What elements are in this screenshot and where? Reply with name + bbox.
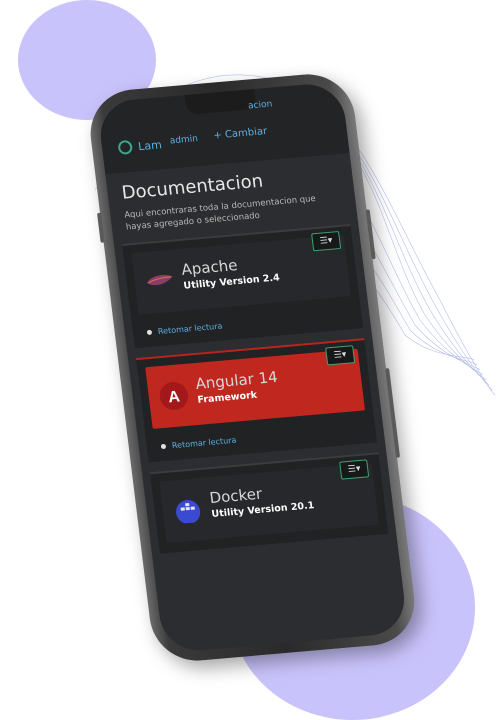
angular-icon: A <box>157 380 191 412</box>
feather-icon <box>143 266 177 298</box>
doc-card-header: ☰▾ Apache Utility Version 2.4 <box>131 231 352 315</box>
docker-icon <box>171 494 205 526</box>
card-menu-button[interactable]: ☰▾ <box>325 345 356 366</box>
resume-reading-link[interactable]: Retomar lectura <box>146 310 353 337</box>
doc-name: Apache <box>180 256 239 279</box>
resume-label: Retomar lectura <box>157 321 223 337</box>
svg-text:A: A <box>167 388 181 406</box>
nav-docs-link[interactable]: acion <box>248 99 273 111</box>
doc-card-header: ☰▾ Docker Utility Version 20.1 <box>159 459 380 544</box>
doc-subtitle: Framework <box>196 389 258 406</box>
resume-label: Retomar lectura <box>171 435 237 451</box>
change-button[interactable]: + Cambiar <box>213 126 268 142</box>
doc-card-header: ☰▾ A Angular 14 Framework <box>145 345 366 429</box>
doc-card[interactable]: ☰▾ Docker Utility Version 20.1 <box>150 452 389 554</box>
brand-name: Lam <box>137 137 163 153</box>
pin-icon <box>160 443 167 450</box>
doc-card[interactable]: ☰▾ A Angular 14 Framework Retomar lectur… <box>135 338 378 463</box>
user-menu[interactable]: admin <box>169 134 198 146</box>
pin-icon <box>146 329 153 336</box>
card-menu-button[interactable]: ☰▾ <box>311 231 342 252</box>
doc-name: Angular 14 <box>194 367 279 393</box>
brand-logo-icon <box>117 139 134 155</box>
brand[interactable]: Lam <box>117 137 162 155</box>
resume-reading-link[interactable]: Retomar lectura <box>160 424 367 451</box>
doc-card[interactable]: ☰▾ Apache Utility Version 2.4 Retomar le… <box>121 224 364 349</box>
card-menu-button[interactable]: ☰▾ <box>339 459 370 480</box>
doc-name: Docker <box>208 484 264 508</box>
